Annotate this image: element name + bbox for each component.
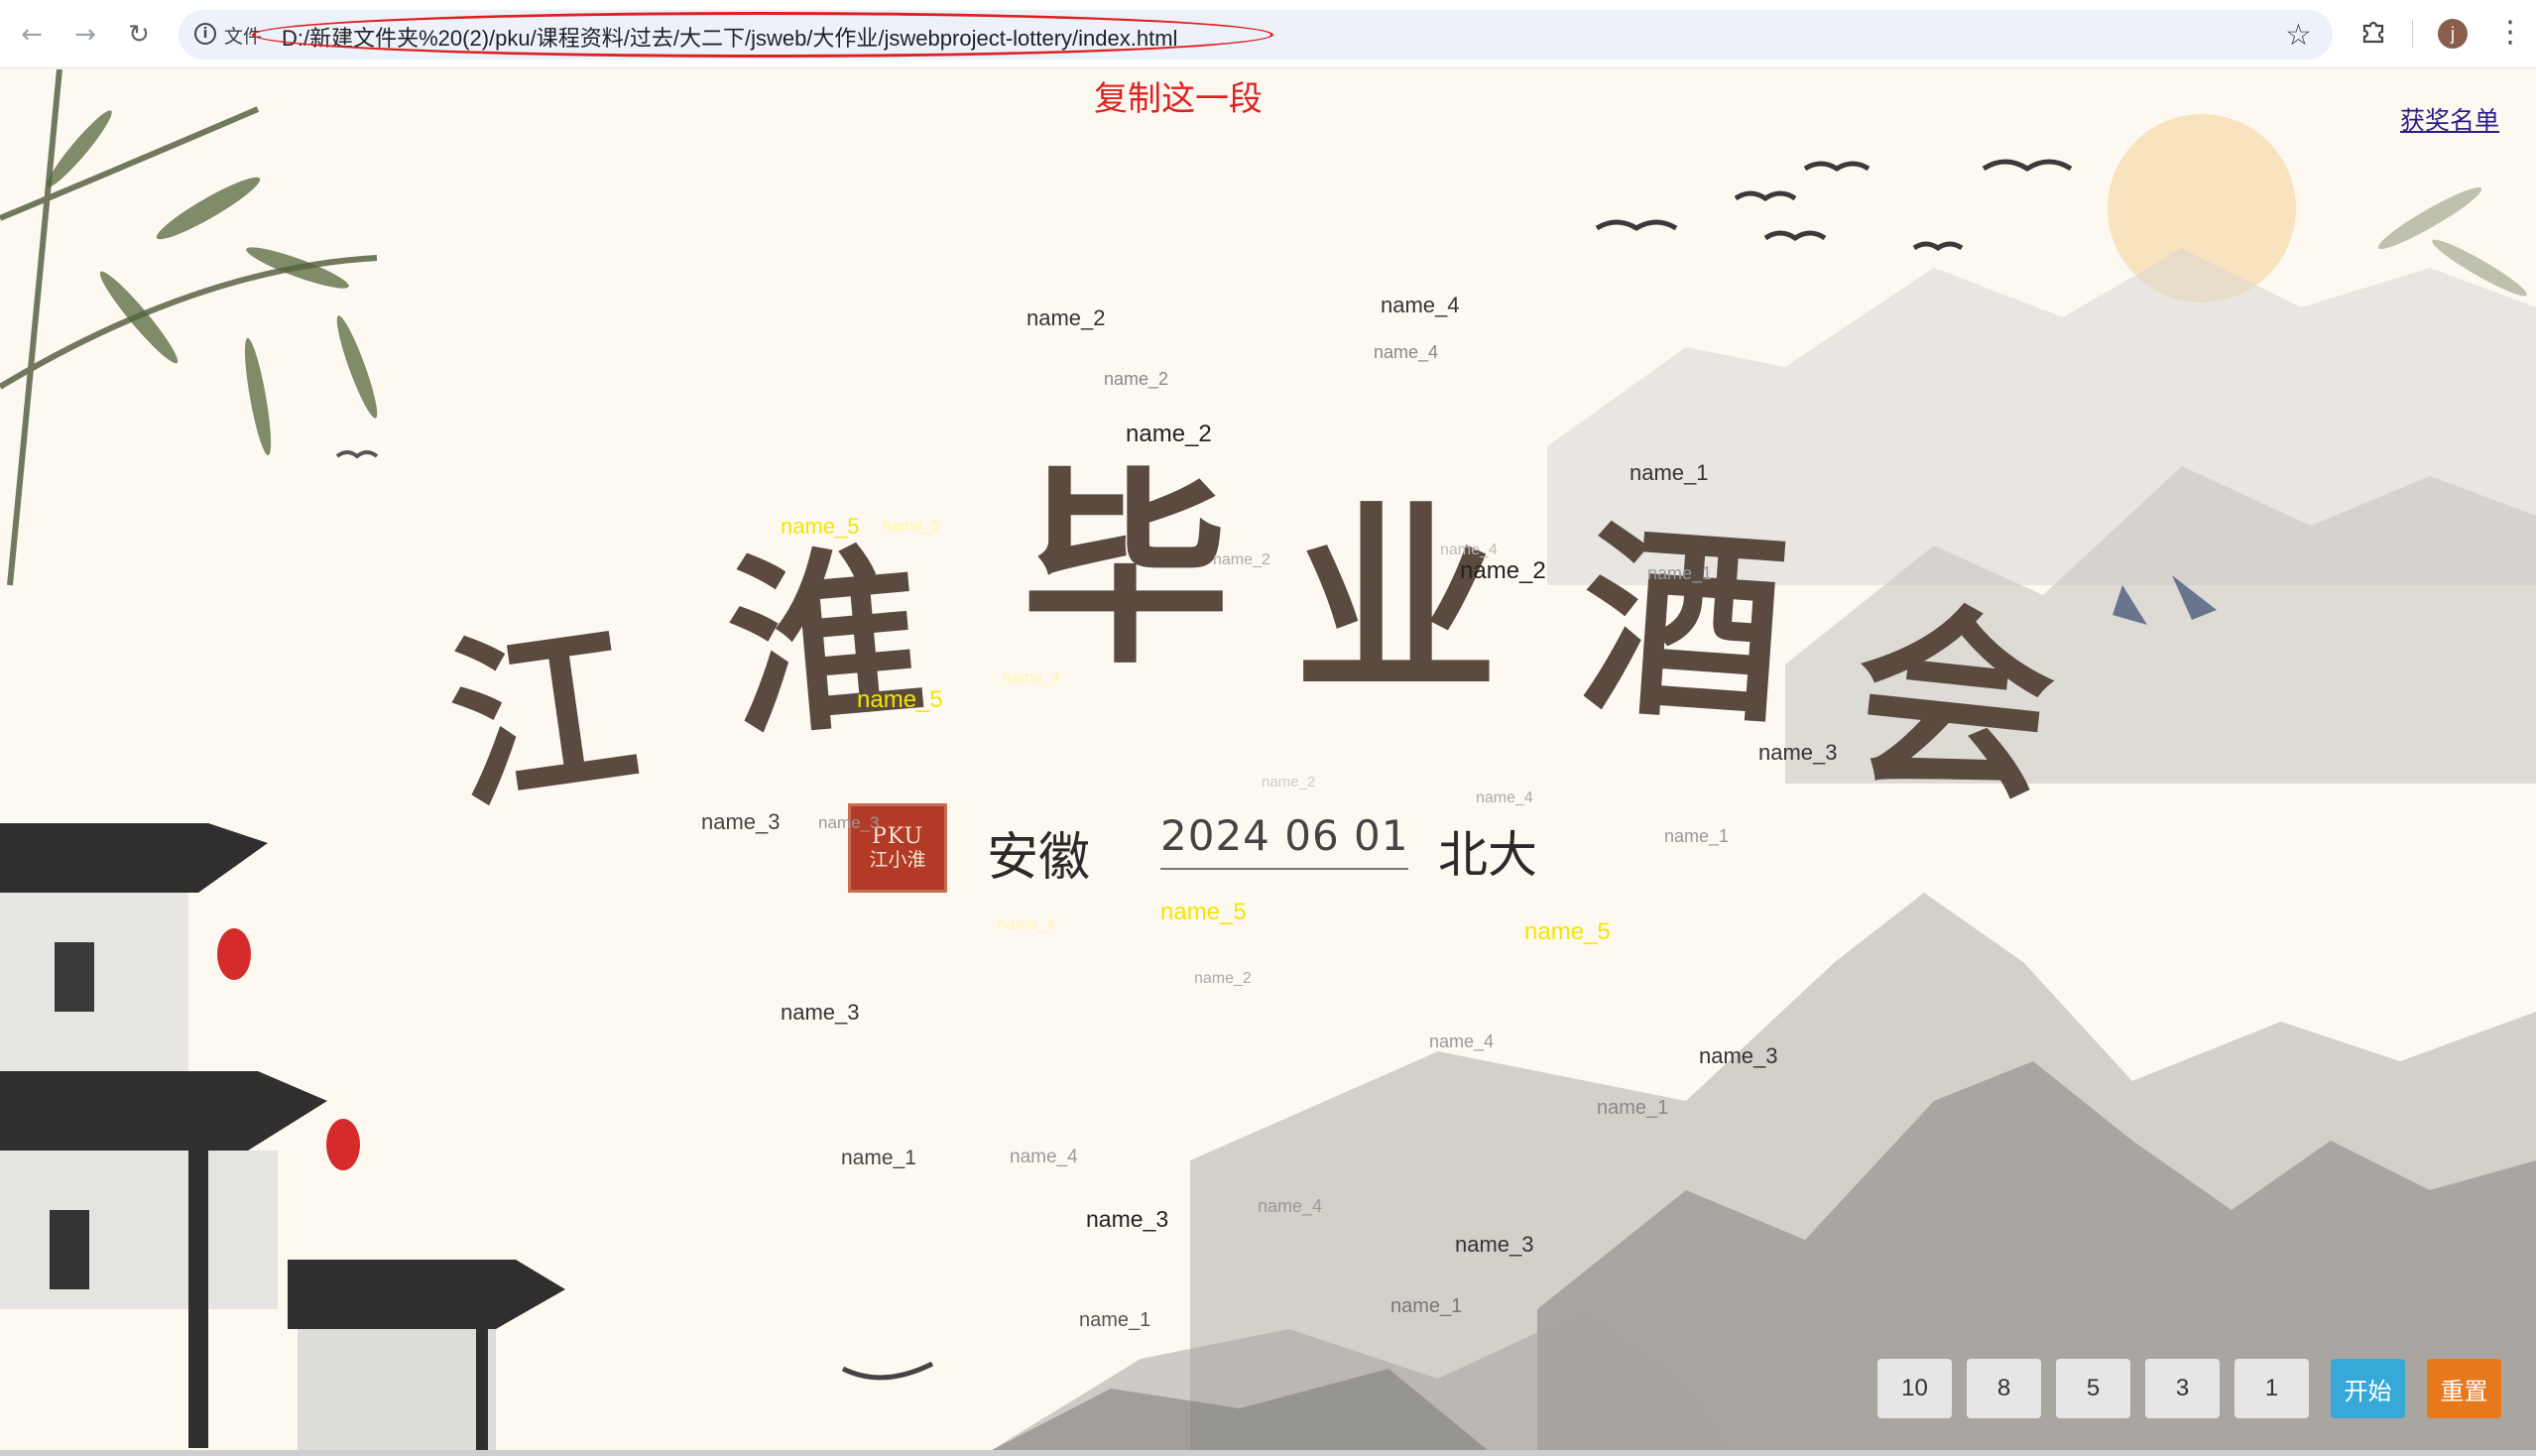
annotation-ellipse	[252, 12, 1273, 58]
name-tag: name_1	[1630, 460, 1709, 485]
name-tag: name_2	[1213, 551, 1270, 568]
profile-avatar[interactable]: j	[2438, 19, 2468, 49]
name-tag: name_3	[1699, 1043, 1778, 1068]
name-tag: name_2	[1460, 557, 1546, 584]
name-tag: name_1	[841, 1147, 916, 1169]
count-10-button[interactable]: 10	[1877, 1359, 1952, 1418]
count-8-button[interactable]: 8	[1967, 1359, 2041, 1418]
name-tag: name_3	[781, 1000, 860, 1025]
name-tag: name_1	[1079, 1309, 1151, 1331]
back-button[interactable]: ←	[14, 17, 50, 53]
name-tag: name_4	[998, 916, 1055, 933]
date-text: 2024 06 01	[1160, 811, 1409, 870]
name-tag: name_1	[1664, 826, 1730, 846]
seal-line-1: PKU	[872, 824, 923, 850]
name-tag: name_5	[1160, 899, 1247, 925]
name-tag: name_4	[1374, 342, 1439, 362]
name-tag: name_2	[1262, 774, 1316, 790]
name-tag: name_2	[1126, 421, 1212, 447]
name-tag: name_1	[1647, 563, 1713, 583]
name-tag: name_3	[1758, 740, 1838, 765]
name-tag: name_5	[1524, 918, 1611, 945]
more-menu-icon[interactable]: ⋮	[2495, 14, 2525, 52]
title-char-6: 会	[1843, 577, 2065, 830]
school-text: 北大	[1438, 826, 1537, 884]
name-tag: name_1	[1390, 1295, 1463, 1317]
browser-toolbar: ← → ↻ i 文件 D:/新建文件夹%20(2)/pku/课程资料/过去/大二…	[0, 0, 2536, 68]
name-tag: name_2	[1104, 369, 1169, 389]
name-tag: name_5	[857, 686, 943, 713]
toolbar-divider	[2412, 20, 2413, 48]
title-char-5: 酒	[1573, 501, 1794, 753]
name-tag: name_3	[1455, 1232, 1534, 1257]
reload-button[interactable]: ↻	[121, 17, 157, 53]
place-text: 安徽	[987, 828, 1091, 888]
ink-landscape-background	[0, 69, 2536, 1450]
name-tag: name_5	[883, 518, 940, 535]
count-5-button[interactable]: 5	[2056, 1359, 2130, 1418]
start-button[interactable]: 开始	[2331, 1359, 2405, 1418]
name-tag: name_4	[1003, 669, 1060, 686]
name-tag: name_1	[1597, 1097, 1669, 1119]
name-tag: name_4	[1010, 1147, 1078, 1167]
annotation-note: 复制这一段	[1094, 80, 1263, 118]
name-tag: name_5	[781, 514, 860, 539]
name-tag: name_3	[1086, 1206, 1169, 1232]
title-char-3: 毕	[1022, 447, 1231, 692]
name-tag: name_3	[818, 813, 880, 832]
extensions-puzzle-icon[interactable]	[2358, 16, 2388, 46]
title-char-4: 业	[1294, 483, 1498, 721]
name-tag: name_2	[1194, 970, 1252, 987]
title-char-1: 江	[436, 596, 650, 836]
arrow-left-icon: ←	[21, 20, 43, 50]
name-tag: name_2	[1026, 305, 1106, 330]
horizontal-scrollbar[interactable]	[0, 1450, 2536, 1456]
lottery-page: 复制这一段 获奖名单 江 淮 毕 业 酒 会 PKU 江小淮 安徽 2024 0…	[0, 69, 2536, 1450]
arrow-right-icon: →	[74, 20, 96, 50]
name-tag: name_4	[1258, 1196, 1323, 1216]
reload-icon: ↻	[128, 20, 150, 50]
title-char-2: 淮	[719, 520, 932, 765]
seal-line-2: 江小淮	[869, 848, 926, 871]
count-1-button[interactable]: 1	[2234, 1359, 2309, 1418]
info-icon[interactable]: i	[194, 23, 216, 45]
forward-button[interactable]: →	[67, 17, 103, 53]
name-tag: name_4	[1476, 789, 1533, 806]
winners-list-link[interactable]: 获奖名单	[2400, 101, 2499, 137]
name-tag: name_4	[1381, 293, 1460, 317]
bookmark-star-icon[interactable]: ☆	[2285, 18, 2312, 53]
name-tag: name_3	[701, 809, 781, 834]
reset-button[interactable]: 重置	[2427, 1359, 2501, 1418]
count-3-button[interactable]: 3	[2145, 1359, 2220, 1418]
name-tag: name_4	[1429, 1031, 1495, 1051]
